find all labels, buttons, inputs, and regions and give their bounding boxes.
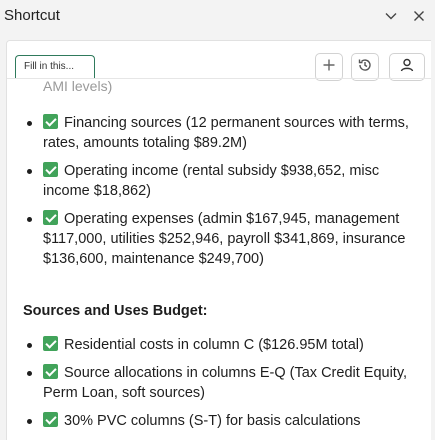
check-icon [43,412,58,427]
checklist-top: Financing sources (12 permanent sources … [23,113,413,277]
list-item: 30% PVC columns (S-T) for basis calculat… [23,411,413,431]
account-button[interactable] [389,53,425,81]
chat-content: AMI levels) Financing sources (12 perman… [7,79,431,440]
list-item: Financing sources (12 permanent sources … [23,113,413,153]
panel-toolbar: Fill in this... [7,41,431,81]
history-icon [357,57,373,78]
check-icon [43,162,58,177]
fill-in-tab[interactable]: Fill in this... [15,55,95,79]
list-item: Operating income (rental subsidy $938,65… [23,161,413,201]
user-icon [399,57,415,78]
list-item: Residential costs in column C ($126.95M … [23,335,413,355]
toolbar-divider [7,78,431,79]
history-button[interactable] [351,53,379,81]
checklist-bottom: Residential costs in column C ($126.95M … [23,335,413,439]
title-bar: Shortcut [0,0,435,34]
list-item: Operating expenses (admin $167,945, mana… [23,209,413,269]
partial-text: AMI levels) [43,79,113,94]
check-icon [43,210,58,225]
check-icon [43,336,58,351]
shortcut-panel: Fill in this... AMI levels) Financing so… [6,40,431,440]
check-icon [43,114,58,129]
check-icon [43,364,58,379]
plus-icon [322,58,336,77]
close-icon[interactable] [409,6,429,26]
add-button[interactable] [315,53,343,81]
app-title: Shortcut [4,7,60,24]
section-heading: Sources and Uses Budget: [23,303,208,319]
chevron-down-icon[interactable] [381,6,401,26]
list-item: Source allocations in columns E-Q (Tax C… [23,363,413,403]
